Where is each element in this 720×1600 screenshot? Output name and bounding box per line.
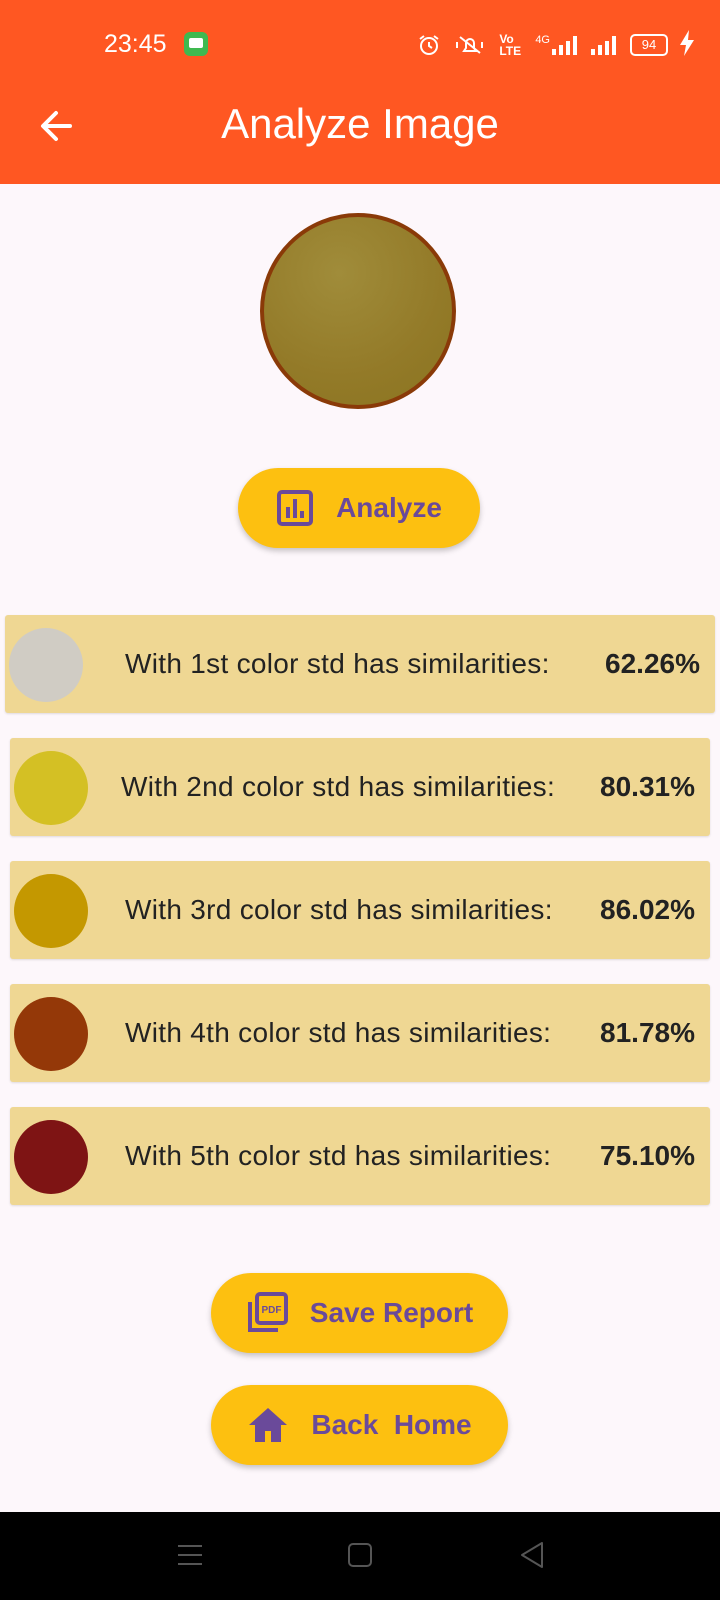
back-home-button[interactable]: Back Home [211, 1385, 508, 1465]
app-bar: 23:45 Vo LTE 4G 94 Analyze Image [0, 0, 720, 184]
result-row-5: With 5th color std has similarities: 75.… [10, 1107, 710, 1205]
system-navigation-bar [0, 1512, 720, 1600]
result-label-5: With 5th color std has similarities: [125, 1140, 552, 1171]
result-value-2: 80.31% [600, 771, 695, 802]
result-value-4: 81.78% [600, 1017, 695, 1048]
result-label-2: With 2nd color std has similarities: [121, 771, 556, 802]
result-value-1: 62.26% [605, 648, 700, 679]
analyze-button[interactable]: Analyze [238, 468, 480, 548]
color-std-swatch-2 [14, 751, 88, 825]
color-std-swatch-5 [14, 1120, 88, 1194]
alarm-icon [419, 35, 439, 55]
battery-icon: 94 [630, 34, 668, 56]
result-row-1: With 1st color std has similarities: 62.… [5, 615, 715, 713]
analyze-button-label: Analyze [336, 492, 442, 523]
charging-icon [680, 30, 694, 56]
color-std-swatch-4 [14, 997, 88, 1071]
home-square-icon[interactable] [347, 1540, 373, 1570]
color-std-swatch-1 [9, 628, 83, 702]
save-report-button[interactable]: PDF Save Report [211, 1273, 508, 1353]
result-row-4: With 4th color std has similarities: 81.… [10, 984, 710, 1082]
result-row-3: With 3rd color std has similarities: 86.… [10, 861, 710, 959]
result-label-1: With 1st color std has similarities: [125, 648, 550, 679]
status-bar: 23:45 Vo LTE 4G 94 [0, 0, 720, 90]
color-std-swatch-3 [14, 874, 88, 948]
svg-text:PDF: PDF [261, 1305, 281, 1316]
status-icons: Vo LTE 4G 94 [417, 32, 668, 58]
save-report-label: Save Report [309, 1297, 474, 1328]
menu-icon[interactable] [176, 1540, 204, 1570]
4g-signal-icon: 4G [535, 35, 577, 55]
back-home-label: Back Home [311, 1409, 472, 1440]
pdf-icon: PDF [247, 1292, 288, 1332]
result-label-3: With 3rd color std has similarities: [125, 894, 553, 925]
result-value-5: 75.10% [600, 1140, 695, 1171]
message-icon [184, 32, 208, 56]
sample-color-circle [260, 213, 456, 409]
volte-icon: Vo LTE [499, 32, 522, 58]
mute-icon [456, 36, 484, 54]
bar-chart-icon [277, 490, 314, 526]
signal-icon [591, 35, 616, 55]
page-title: Analyze Image [221, 100, 499, 147]
result-label-4: With 4th color std has similarities: [125, 1017, 552, 1048]
result-value-3: 86.02% [600, 894, 695, 925]
result-row-2: With 2nd color std has similarities: 80.… [10, 738, 710, 836]
back-triangle-icon[interactable] [518, 1540, 546, 1570]
home-icon [249, 1408, 288, 1442]
status-time: 23:45 [104, 30, 167, 58]
